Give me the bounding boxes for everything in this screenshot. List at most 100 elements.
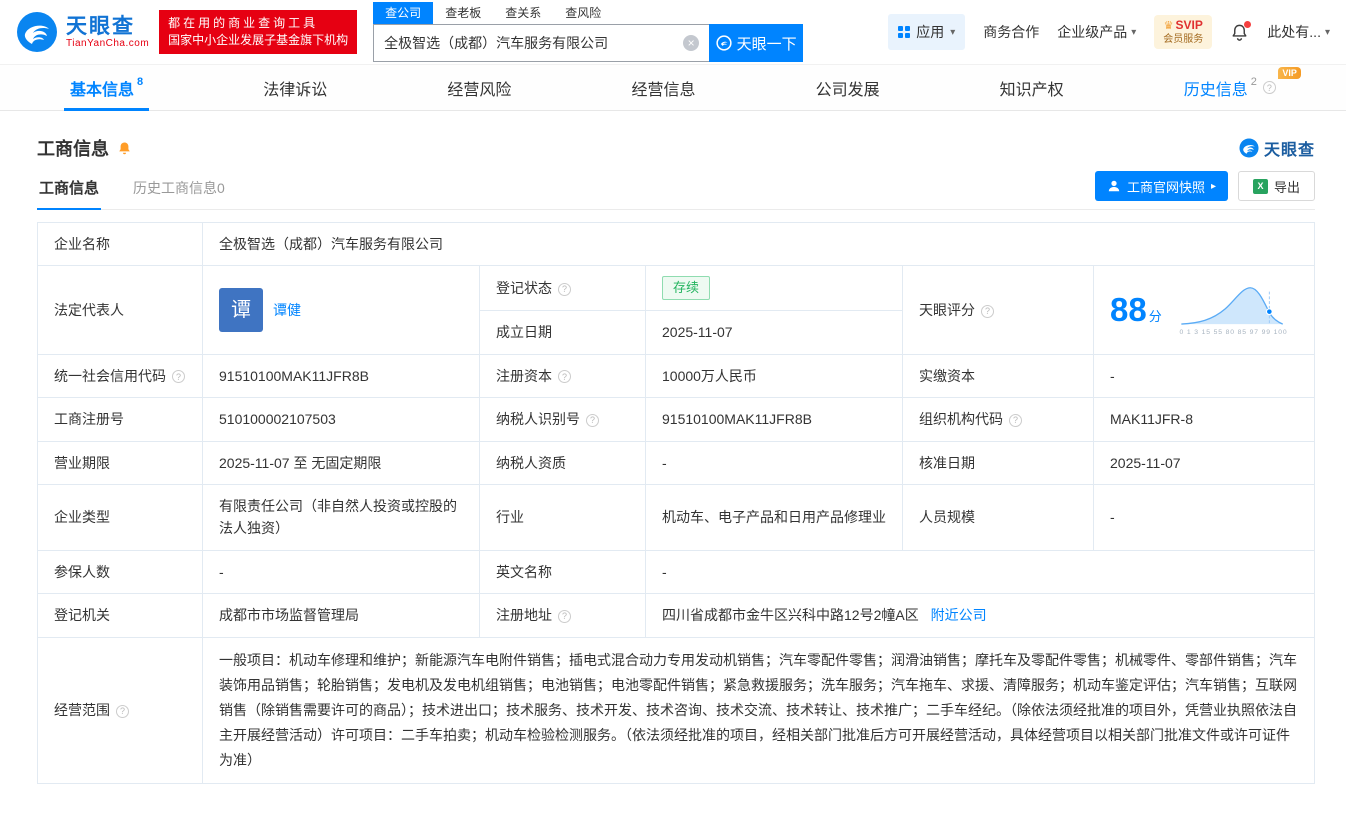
help-icon[interactable] — [558, 283, 571, 296]
tab-operation-label: 经营信息 — [631, 76, 695, 100]
official-snapshot-button[interactable]: 工商官网快照 — [1095, 171, 1228, 201]
apps-menu[interactable]: 应用 — [888, 14, 965, 50]
chevron-down-icon — [1325, 27, 1330, 38]
label-tyc-score: 天眼评分 — [903, 266, 1094, 354]
label-staff-size: 人员规模 — [903, 484, 1094, 550]
svip-badge[interactable]: SVIP 会员服务 — [1154, 15, 1212, 49]
value-org-code: MAK11JFR-8 — [1094, 398, 1315, 441]
tab-basic-label: 基本信息 — [70, 76, 134, 100]
search-button[interactable]: 天眼一下 — [709, 24, 803, 62]
snapshot-person-icon — [1107, 179, 1121, 193]
address-text: 四川省成都市金牛区兴科中路12号2幢A区 — [662, 607, 919, 623]
value-taxpayer-id: 91510100MAK11JFR8B — [646, 398, 903, 441]
export-button-label: 导出 — [1274, 177, 1300, 196]
search-tab-boss[interactable]: 查老板 — [433, 2, 493, 24]
search-tab-company[interactable]: 查公司 — [373, 2, 433, 24]
tab-operation-info[interactable]: 经营信息 — [631, 65, 695, 110]
help-icon[interactable] — [1263, 81, 1276, 94]
table-row: 企业类型 有限责任公司（非自然人投资或控股的法人独资） 行业 机动车、电子产品和… — [38, 484, 1315, 550]
value-company-type: 有限责任公司（非自然人投资或控股的法人独资） — [203, 484, 480, 550]
value-paid-capital: - — [1094, 354, 1315, 397]
score-number: 88 — [1110, 293, 1147, 326]
user-menu[interactable]: 此处有... — [1267, 22, 1330, 42]
tab-basic-badge: 8 — [137, 76, 143, 88]
slogan-badge: 都在用的商业查询工具 国家中小企业发展子基金旗下机构 — [159, 10, 357, 54]
svip-label: SVIP — [1176, 18, 1203, 33]
biz-cooperation-label: 商务合作 — [983, 22, 1039, 42]
legal-rep-link[interactable]: 谭健 — [273, 299, 301, 321]
enterprise-products-label: 企业级产品 — [1057, 22, 1127, 42]
score-unit: 分 — [1149, 307, 1162, 328]
vip-tag: VIP — [1278, 67, 1301, 79]
help-icon[interactable] — [558, 370, 571, 383]
subtab-history-business-info[interactable]: 历史工商信息0 — [131, 170, 227, 209]
clear-icon[interactable] — [683, 35, 699, 51]
tab-risk-label: 经营风险 — [447, 76, 511, 100]
logo-text-en: TianYanCha.com — [66, 38, 149, 49]
value-industry: 机动车、电子产品和日用产品修理业 — [646, 484, 903, 550]
value-insured-count: - — [203, 550, 480, 593]
tianyancha-logo-icon — [16, 11, 58, 53]
main-content: 工商信息 天眼查 工商信息 历史工商信息0 工商官网快照 — [0, 135, 1346, 814]
tab-history-info[interactable]: VIP 历史信息 2 — [1184, 65, 1276, 110]
help-icon[interactable] — [558, 610, 571, 623]
table-row: 统一社会信用代码 91510100MAK11JFR8B 注册资本 10000万人… — [38, 354, 1315, 397]
help-icon[interactable] — [172, 370, 185, 383]
table-row: 经营范围 一般项目：机动车修理和维护；新能源汽车电附件销售；插电式混合动力专用发… — [38, 637, 1315, 784]
tab-ip-label: 知识产权 — [1000, 76, 1064, 100]
nearby-companies-link[interactable]: 附近公司 — [931, 607, 987, 623]
business-info-table: 企业名称 全极智选（成都）汽车服务有限公司 法定代表人 谭 谭健 登记状态 存续… — [37, 222, 1315, 784]
status-badge: 存续 — [662, 276, 710, 300]
value-reg-capital: 10000万人民币 — [646, 354, 903, 397]
tab-company-development[interactable]: 公司发展 — [816, 65, 880, 110]
logo-text-cn: 天眼查 — [66, 15, 149, 38]
value-reg-number: 510100002107503 — [203, 398, 480, 441]
label-taxpayer-quality: 纳税人资质 — [480, 441, 646, 484]
crown-icon — [1164, 18, 1174, 34]
arrow-right-icon — [1211, 181, 1216, 192]
enterprise-products-menu[interactable]: 企业级产品 — [1057, 22, 1136, 42]
subtab-row: 工商信息 历史工商信息0 工商官网快照 导出 — [37, 169, 1315, 210]
search-tabs: 查公司 查老板 查关系 查风险 — [373, 2, 803, 24]
help-icon[interactable] — [981, 305, 994, 318]
value-approval-date: 2025-11-07 — [1094, 441, 1315, 484]
help-icon[interactable] — [1009, 414, 1022, 427]
label-legal-rep: 法定代表人 — [38, 266, 203, 354]
chevron-down-icon — [950, 27, 955, 38]
label-company-name: 企业名称 — [38, 223, 203, 266]
search-tab-risk[interactable]: 查风险 — [553, 2, 613, 24]
search-tab-relation[interactable]: 查关系 — [493, 2, 553, 24]
help-icon[interactable] — [586, 414, 599, 427]
score-curve-chart[interactable]: 0 1 3 15 55 80 85 97 99 100 — [1170, 282, 1297, 339]
tab-history-label: 历史信息 — [1184, 76, 1248, 100]
tianyancha-watermark-label: 天眼查 — [1264, 136, 1315, 160]
avatar[interactable]: 谭 — [219, 288, 263, 332]
table-row: 参保人数 - 英文名称 - — [38, 550, 1315, 593]
tab-history-badge: 2 — [1251, 76, 1257, 88]
label-taxpayer-id: 纳税人识别号 — [480, 398, 646, 441]
biz-cooperation-link[interactable]: 商务合作 — [983, 22, 1039, 42]
search-button-logo-icon — [716, 35, 732, 51]
value-english-name: - — [646, 550, 1315, 593]
score-axis-labels: 0 1 3 15 55 80 85 97 99 100 — [1179, 327, 1287, 338]
notification-bell-icon[interactable] — [1230, 23, 1249, 42]
label-business-term: 营业期限 — [38, 441, 203, 484]
table-row: 营业期限 2025-11-07 至 无固定期限 纳税人资质 - 核准日期 202… — [38, 441, 1315, 484]
subtab-business-info[interactable]: 工商信息 — [37, 169, 101, 209]
label-reg-capital: 注册资本 — [480, 354, 646, 397]
search-input[interactable] — [373, 24, 709, 62]
section-title: 工商信息 — [37, 135, 109, 161]
label-org-code: 组织机构代码 — [903, 398, 1094, 441]
slogan-line1: 都在用的商业查询工具 — [168, 15, 348, 32]
subscribe-bell-icon[interactable] — [117, 141, 132, 156]
svip-sublabel: 会员服务 — [1163, 34, 1203, 47]
tab-intellectual-property[interactable]: 知识产权 — [1000, 65, 1064, 110]
tab-legal[interactable]: 法律诉讼 — [263, 65, 327, 110]
help-icon[interactable] — [116, 705, 129, 718]
excel-icon — [1253, 179, 1268, 194]
tianyancha-logo[interactable]: 天眼查 TianYanCha.com — [16, 11, 149, 53]
export-button[interactable]: 导出 — [1238, 171, 1315, 201]
tab-operating-risk[interactable]: 经营风险 — [447, 65, 511, 110]
tab-basic-info[interactable]: 基本信息 8 — [70, 65, 143, 110]
tab-legal-label: 法律诉讼 — [263, 76, 327, 100]
